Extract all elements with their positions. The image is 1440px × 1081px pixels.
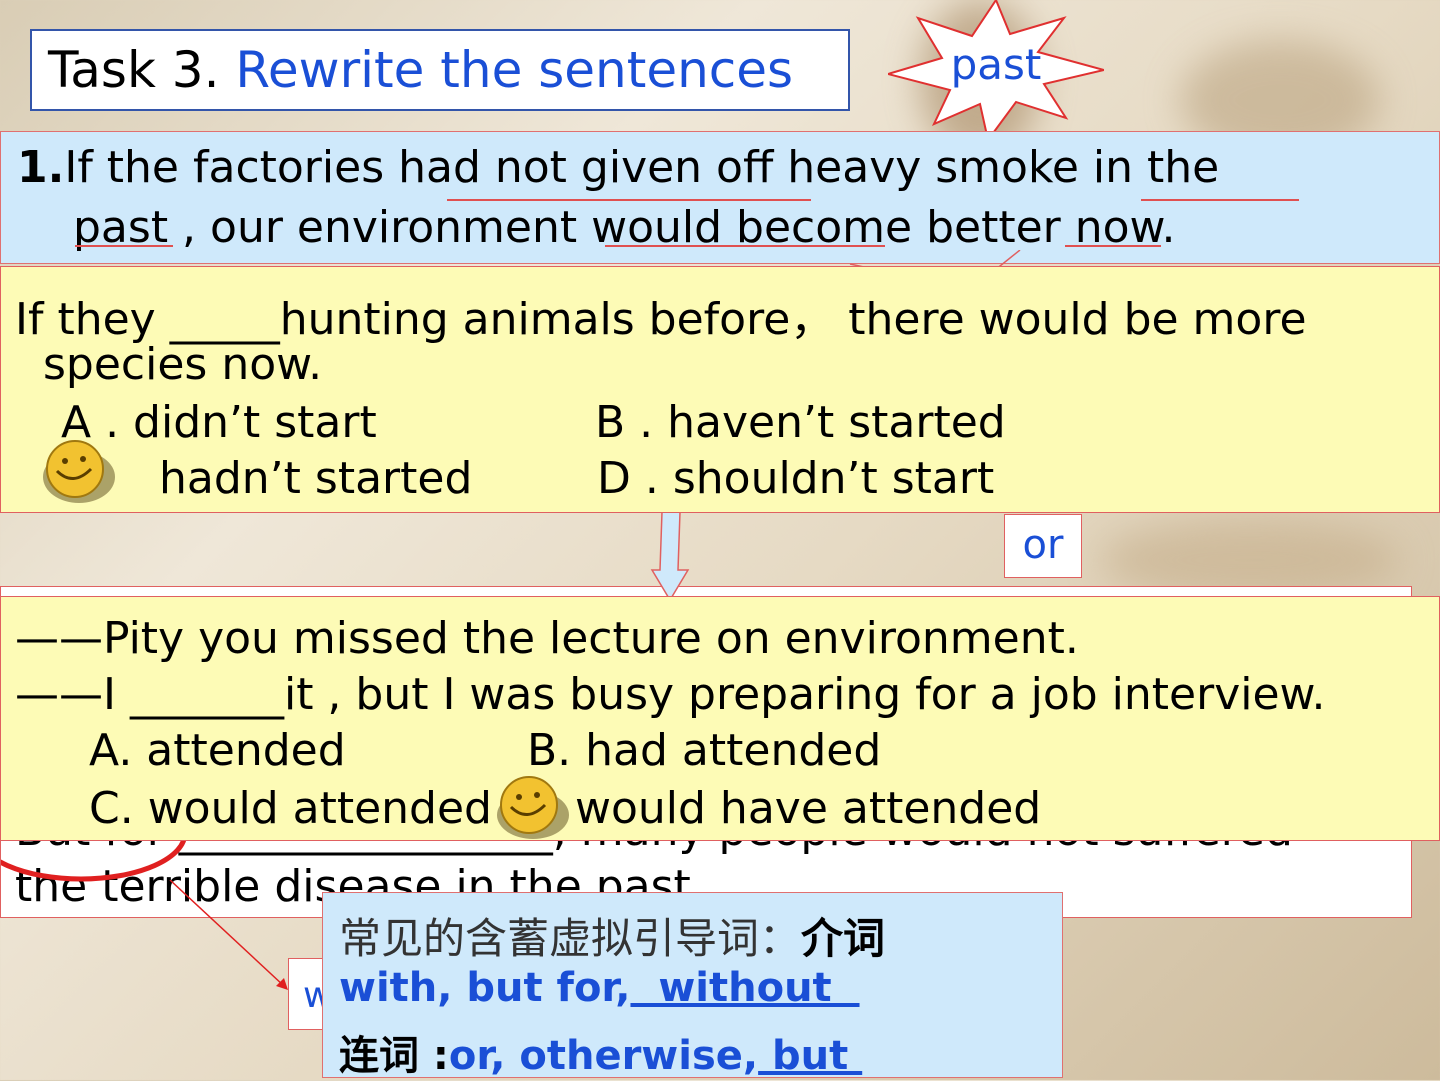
task-title: Task 3. Rewrite the sentences [30,29,850,111]
mc2-line2: ——I _______it , but I was busy preparing… [15,669,1326,720]
question-1-box: 1.If the factories had not given off hea… [0,131,1440,264]
mc1-option-c[interactable]: hadn’t started [159,453,472,504]
grammar-note-box: 常见的含蓄虚拟引导词：介词 with, but for, without 连词 … [322,892,1063,1079]
underline [75,245,173,247]
question-number: 1. [17,142,65,193]
task-label: Task 3. [48,41,220,99]
underline [1141,199,1299,201]
underline [605,245,885,247]
or-label-box: or [1004,514,1082,578]
star-label: past [950,40,1042,89]
note-conjunction-list: or, otherwise, [448,1033,759,1079]
task-subtitle: Rewrite the sentences [235,41,794,99]
smiley-coin-icon [497,776,569,839]
mc1-question-line1: If they _____hunting animals before， the… [15,294,1307,345]
question-1-line1: If the factories had not given off heavy… [64,142,1220,193]
underline [447,199,811,201]
note-conjunction-answer: but [758,1033,863,1079]
mc2-line1: ——Pity you missed the lecture on environ… [15,613,1079,664]
note-conjunction-label: 连词 : [339,1033,449,1079]
note-preposition-answer: without [630,965,860,1011]
mc2-option-a[interactable]: A. attended [89,725,346,776]
multiple-choice-1-box: If they _____hunting animals before， the… [0,266,1440,513]
mc2-option-b[interactable]: B. had attended [527,725,881,776]
mc1-option-d[interactable]: D . shouldn’t start [597,453,994,504]
pointer-arrow [169,880,288,990]
note-preposition-list: with, but for, [339,965,631,1011]
note-heading-bold: 介词 [801,914,886,963]
mc2-option-c[interactable]: C. would attended [89,783,492,834]
mc1-option-b[interactable]: B . haven’t started [595,397,1006,448]
mc2-option-d[interactable]: would have attended [575,783,1041,834]
smiley-coin-icon [43,440,115,503]
mc1-question-line2: species now. [43,339,323,390]
multiple-choice-2-box: ——Pity you missed the lecture on environ… [0,596,1440,841]
note-heading: 常见的含蓄虚拟引导词： [339,914,802,963]
underline [1065,245,1161,247]
